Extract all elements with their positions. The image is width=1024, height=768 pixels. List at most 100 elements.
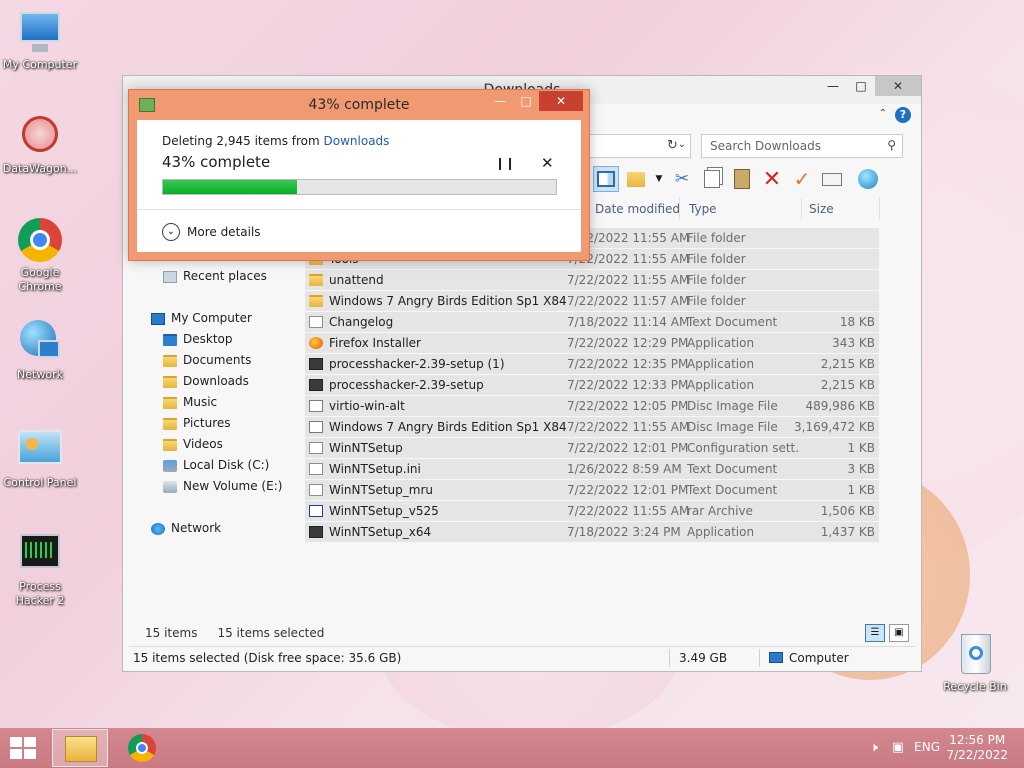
nav-music[interactable]: Music — [131, 392, 299, 413]
nav-videos[interactable]: Videos — [131, 434, 299, 455]
column-date[interactable]: Date modified — [595, 202, 680, 216]
nav-pictures[interactable]: Pictures — [131, 413, 299, 434]
details-view-button[interactable]: ☰ — [865, 624, 885, 642]
folder-icon — [309, 274, 323, 286]
desktop-icon-datawagon[interactable]: DataWagon... — [0, 112, 80, 176]
nav-label: Local Disk (C:) — [183, 458, 270, 472]
file-date: 7/22/2022 11:57 AM — [567, 294, 690, 308]
desktop-icon-label: Google Chrome — [18, 266, 62, 293]
file-row[interactable]: WinNTSetup 7/22/2022 12:01 PM Configuratio… — [305, 438, 879, 459]
nav-local-disk[interactable]: Local Disk (C:) — [131, 455, 299, 476]
desktop-icon-my-computer[interactable]: My Computer — [0, 8, 80, 72]
desktop-icon-recycle-bin[interactable]: Recycle Bin — [935, 630, 1015, 694]
file-row[interactable]: WinNTSetup_v525 7/22/2022 11:55 AM rar Arc… — [305, 501, 879, 522]
taskbar-file-explorer[interactable] — [52, 729, 108, 767]
taskbar-chrome[interactable] — [114, 729, 170, 767]
desktop-icon-chrome[interactable]: Google Chrome — [0, 216, 80, 294]
file-type: Text Document — [687, 483, 778, 497]
computer-icon — [769, 652, 783, 663]
desktop-icon-control-panel[interactable]: Control Panel — [0, 426, 80, 490]
desktop-icon-label: DataWagon... — [2, 162, 78, 175]
nav-documents[interactable]: Documents — [131, 350, 299, 371]
file-row[interactable]: virtio-win-alt 7/22/2022 12:05 PM Disc Ima… — [305, 396, 879, 417]
dialog-minimize-button[interactable]: — — [487, 91, 513, 111]
preview-pane-icon — [597, 171, 615, 187]
source-folder-link[interactable]: Downloads — [324, 134, 390, 148]
paste-button[interactable] — [729, 166, 755, 192]
file-row[interactable]: WinNTSetup_x64 7/18/2022 3:24 PM Applicati… — [305, 522, 879, 543]
folder-icon — [163, 354, 177, 367]
close-button[interactable]: ✕ — [875, 76, 921, 96]
refresh-icon[interactable]: ↻ — [667, 138, 678, 153]
search-input[interactable]: Search Downloads ⚲ — [701, 134, 903, 158]
file-row[interactable]: Windows 7 Angry Birds Edition Sp1 X84 7/2… — [305, 417, 879, 438]
taskbar: 🕨 ▣ ENG 12:56 PM 7/22/2022 — [0, 728, 1024, 768]
file-date: 7/22/2022 12:33 PM — [567, 378, 689, 392]
app-icon — [309, 379, 323, 391]
folder-icon — [163, 375, 177, 388]
desktop-icon-label: Process Hacker 2 — [15, 580, 65, 607]
properties-button[interactable] — [819, 166, 845, 192]
column-separator — [679, 198, 680, 220]
file-row[interactable]: Changelog 7/18/2022 11:14 AM Text Document… — [305, 312, 879, 333]
dialog-close-button[interactable]: ✕ — [539, 91, 583, 111]
start-button[interactable] — [10, 737, 38, 761]
cancel-button[interactable]: ✕ — [541, 154, 554, 172]
file-row[interactable]: WinNTSetup_mru 7/22/2022 12:01 PM Text Doc… — [305, 480, 879, 501]
clock[interactable]: 12:56 PM 7/22/2022 — [946, 733, 1008, 763]
file-row[interactable]: WinNTSetup.ini 1/26/2022 8:59 AM Text Docu… — [305, 459, 879, 480]
ribbon-collapse-icon[interactable]: ⌃ — [879, 108, 887, 119]
nav-desktop[interactable]: Desktop — [131, 329, 299, 350]
search-placeholder: Search Downloads — [710, 139, 821, 153]
file-date: 7/22/2022 12:35 PM — [567, 357, 689, 371]
input-language[interactable]: ENG — [914, 740, 940, 754]
file-type: Disc Image File — [687, 399, 778, 413]
nav-new-volume[interactable]: New Volume (E:) — [131, 476, 299, 497]
preview-pane-button[interactable] — [593, 166, 619, 192]
file-row[interactable]: unattend 7/22/2022 11:55 AM File folder — [305, 270, 879, 291]
large-icons-view-button[interactable]: ▣ — [889, 624, 909, 642]
delete-button[interactable]: ✕ — [759, 166, 785, 192]
nav-network[interactable]: Network — [131, 518, 299, 539]
file-type: Application — [687, 378, 755, 392]
rename-button[interactable]: ✓ — [789, 166, 815, 192]
file-row[interactable]: processhacker-2.39-setup (1) 7/22/2022 12… — [305, 354, 879, 375]
doc-icon — [309, 316, 323, 328]
file-type: Text Document — [687, 315, 778, 329]
column-type[interactable]: Type — [689, 202, 717, 216]
file-name: processhacker-2.39-setup — [329, 378, 484, 392]
desktop-icon-network[interactable]: Network — [0, 318, 80, 382]
nav-label: Desktop — [183, 332, 233, 346]
file-row[interactable]: processhacker-2.39-setup 7/22/2022 12:33 … — [305, 375, 879, 396]
file-date: 7/22/2022 11:55 AM — [567, 504, 690, 518]
dialog-maximize-button[interactable]: □ — [513, 91, 539, 111]
file-row[interactable]: Firefox Installer 7/22/2022 12:29 PM Appli… — [305, 333, 879, 354]
nav-my-computer[interactable]: My Computer — [131, 308, 299, 329]
column-separator — [801, 198, 802, 220]
file-name: Windows 7 Angry Birds Edition Sp1 X84 — [329, 294, 567, 308]
recycle-bin-icon — [951, 630, 999, 678]
pause-button[interactable]: ❙❙ — [495, 156, 515, 170]
dropdown-button[interactable]: ▼ — [653, 166, 665, 192]
folder-options-button[interactable] — [623, 166, 649, 192]
chevron-down-icon[interactable]: ⌄ — [678, 139, 686, 150]
cut-button[interactable]: ✂ — [669, 166, 695, 192]
desktop-icon-process-hacker[interactable]: Process Hacker 2 — [0, 530, 80, 608]
copy-button[interactable] — [699, 166, 725, 192]
minimize-button[interactable]: — — [819, 76, 847, 96]
file-name: WinNTSetup_x64 — [329, 525, 432, 539]
nav-recent-places[interactable]: Recent places — [131, 266, 299, 287]
properties-icon — [822, 172, 842, 186]
file-row[interactable]: Windows 7 Angry Birds Edition Sp1 X84 7/2… — [305, 291, 879, 312]
nav-label: Music — [183, 395, 218, 409]
volume-muted-icon[interactable]: 🕨 — [870, 740, 878, 755]
file-size: 3,169,472 KB — [794, 420, 875, 434]
toolbar: ▼ ✂ ✕ ✓ — [593, 166, 881, 196]
column-size[interactable]: Size — [809, 202, 834, 216]
nav-downloads[interactable]: Downloads — [131, 371, 299, 392]
more-details-button[interactable]: ⌄ More details — [162, 223, 261, 241]
network-button[interactable] — [855, 166, 881, 192]
maximize-button[interactable]: □ — [847, 76, 875, 96]
help-icon[interactable]: ? — [895, 107, 911, 123]
network-tray-icon[interactable]: ▣ — [892, 740, 904, 755]
